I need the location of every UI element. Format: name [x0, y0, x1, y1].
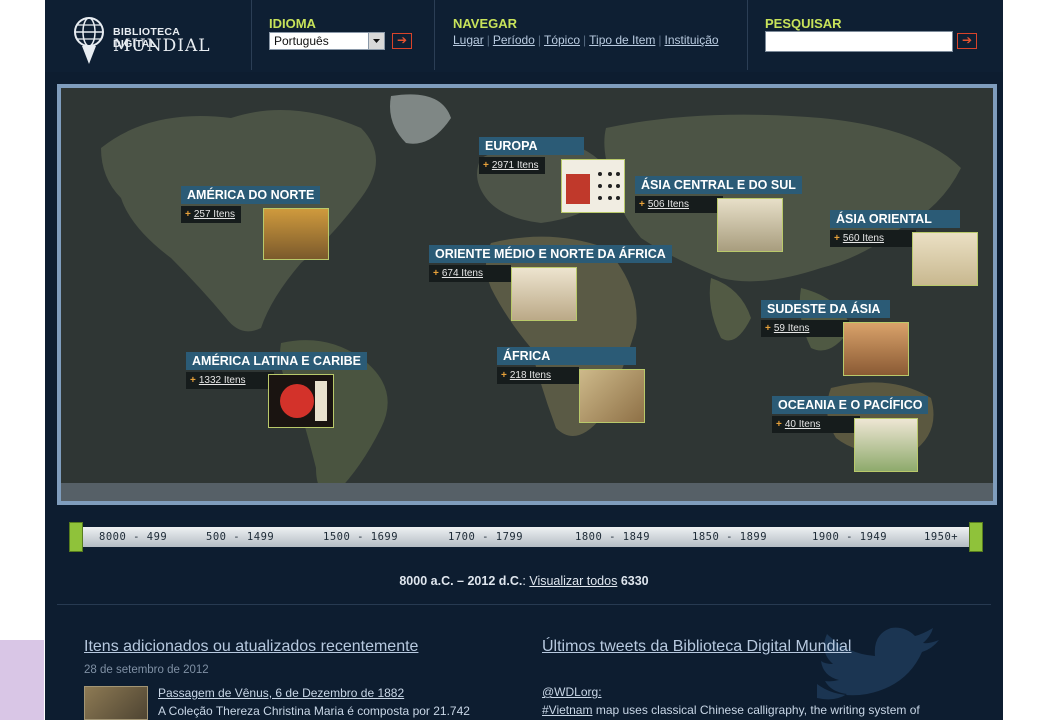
region-title[interactable]: EUROPA	[479, 137, 584, 155]
browse-nav: Lugar | Período | Tópico | Tipo de Item | Instit…	[453, 33, 719, 47]
timeline-handle-left[interactable]	[69, 522, 83, 552]
timeline-period[interactable]: 1500 - 1699	[323, 531, 398, 543]
site-header: BIBLIOTECA DIGITAL MUNDIAL IDIOMA Portug…	[45, 0, 1003, 72]
logo-line2: MUNDIAL	[113, 36, 211, 56]
region-count[interactable]: +674 Itens	[429, 265, 511, 282]
region-thumbnail[interactable]	[263, 208, 329, 260]
region-thumbnail[interactable]	[854, 418, 918, 472]
nav-link-lugar[interactable]: Lugar	[453, 33, 484, 47]
region-title[interactable]: ORIENTE MÉDIO E NORTE DA ÁFRICA	[429, 245, 672, 263]
timeline-period[interactable]: 1950+	[924, 531, 958, 543]
item-thumbnail[interactable]	[84, 686, 148, 720]
region-thumbnail[interactable]	[717, 198, 783, 252]
timeline-handle-right[interactable]	[969, 522, 983, 552]
region-count[interactable]: +560 Itens	[830, 230, 916, 247]
region-count[interactable]: +1332 Itens	[186, 372, 274, 389]
timeline-period[interactable]: 500 - 1499	[206, 531, 274, 543]
divider	[57, 604, 991, 605]
view-all-link[interactable]: Visualizar todos	[529, 574, 617, 588]
search-go-button[interactable]: ➔	[957, 33, 977, 49]
tweet-author-link[interactable]: @WDLorg:	[542, 685, 602, 699]
timeline-period[interactable]: 1800 - 1849	[575, 531, 650, 543]
date-range: 8000 a.C. – 2012 d.C.	[399, 574, 523, 588]
tweet-hashtag-link[interactable]: #Vietnam	[542, 703, 592, 717]
region-title[interactable]: AMÉRICA LATINA E CARIBE	[186, 352, 367, 370]
recent-items-heading[interactable]: Itens adicionados ou atualizados recente…	[84, 638, 418, 656]
timeline-period[interactable]: 1700 - 1799	[448, 531, 523, 543]
dropdown-arrow-icon[interactable]	[368, 33, 384, 49]
search-input[interactable]	[765, 31, 953, 52]
total-count[interactable]: 6330	[621, 574, 649, 588]
region-count[interactable]: +257 Itens	[181, 206, 241, 223]
region-thumbnail[interactable]	[843, 322, 909, 376]
region-count[interactable]: +218 Itens	[497, 367, 579, 384]
timeline-period[interactable]: 8000 - 499	[99, 531, 167, 543]
nav-link-topico[interactable]: Tópico	[544, 33, 580, 47]
language-select-value: Português	[274, 34, 329, 48]
timeline-period[interactable]: 1850 - 1899	[692, 531, 767, 543]
page: BIBLIOTECA DIGITAL MUNDIAL IDIOMA Portug…	[45, 0, 1003, 720]
region-count[interactable]: +40 Itens	[772, 416, 861, 433]
idioma-heading: IDIOMA	[269, 16, 316, 31]
region-count[interactable]: +59 Itens	[761, 320, 850, 337]
date-range-separator: :	[522, 574, 526, 588]
region-title[interactable]: AMÉRICA DO NORTE	[181, 186, 321, 204]
region-thumbnail[interactable]	[511, 267, 577, 321]
timeline-slider[interactable]: 8000 - 499 500 - 1499 1500 - 1699 1700 -…	[69, 520, 983, 554]
language-go-button[interactable]: ➔	[392, 33, 412, 49]
region-title[interactable]: ÁSIA ORIENTAL	[830, 210, 960, 228]
divider	[747, 0, 748, 70]
nav-link-tipo[interactable]: Tipo de Item	[589, 33, 655, 47]
region-count[interactable]: +506 Itens	[635, 196, 723, 213]
tweets-heading[interactable]: Últimos tweets da Biblioteca Digital Mun…	[542, 638, 851, 656]
site-logo[interactable]: BIBLIOTECA DIGITAL MUNDIAL	[73, 14, 213, 66]
tweet-body: map uses classical Chinese calligraphy, …	[592, 703, 920, 717]
world-map: AMÉRICA DO NORTE +257 Itens EUROPA +2971…	[61, 88, 993, 501]
region-title[interactable]: OCEANIA E O PACÍFICO	[772, 396, 929, 414]
tweet-text: #Vietnam map uses classical Chinese call…	[542, 703, 920, 717]
nav-link-instituicao[interactable]: Instituição	[665, 33, 719, 47]
timeline-period[interactable]: 1900 - 1949	[812, 531, 887, 543]
pesquisar-heading: PESQUISAR	[765, 16, 842, 31]
date-range-summary: 8000 a.C. – 2012 d.C.: Visualizar todos …	[45, 574, 1003, 588]
nav-link-periodo[interactable]: Período	[493, 33, 535, 47]
region-thumbnail[interactable]	[579, 369, 645, 423]
region-count[interactable]: +2971 Itens	[479, 157, 545, 174]
recent-items-date: 28 de setembro de 2012	[84, 664, 209, 676]
region-thumbnail[interactable]	[268, 374, 334, 428]
region-title[interactable]: SUDESTE DA ÁSIA	[761, 300, 891, 318]
world-map-frame: AMÉRICA DO NORTE +257 Itens EUROPA +2971…	[57, 84, 997, 505]
region-title[interactable]: ÁFRICA	[497, 347, 637, 365]
region-title[interactable]: ÁSIA CENTRAL E DO SUL	[635, 176, 802, 194]
item-description: A Coleção Thereza Christina Maria é comp…	[158, 704, 470, 718]
divider	[434, 0, 435, 70]
item-title-link[interactable]: Passagem de Vênus, 6 de Dezembro de 1882	[158, 686, 404, 700]
divider	[251, 0, 252, 70]
language-select[interactable]: Português	[269, 32, 385, 50]
navegar-heading: NAVEGAR	[453, 16, 518, 31]
background-decoration	[0, 640, 44, 720]
globe-logo-icon	[74, 17, 104, 64]
region-thumbnail[interactable]	[912, 232, 978, 286]
region-thumbnail[interactable]	[561, 159, 625, 213]
